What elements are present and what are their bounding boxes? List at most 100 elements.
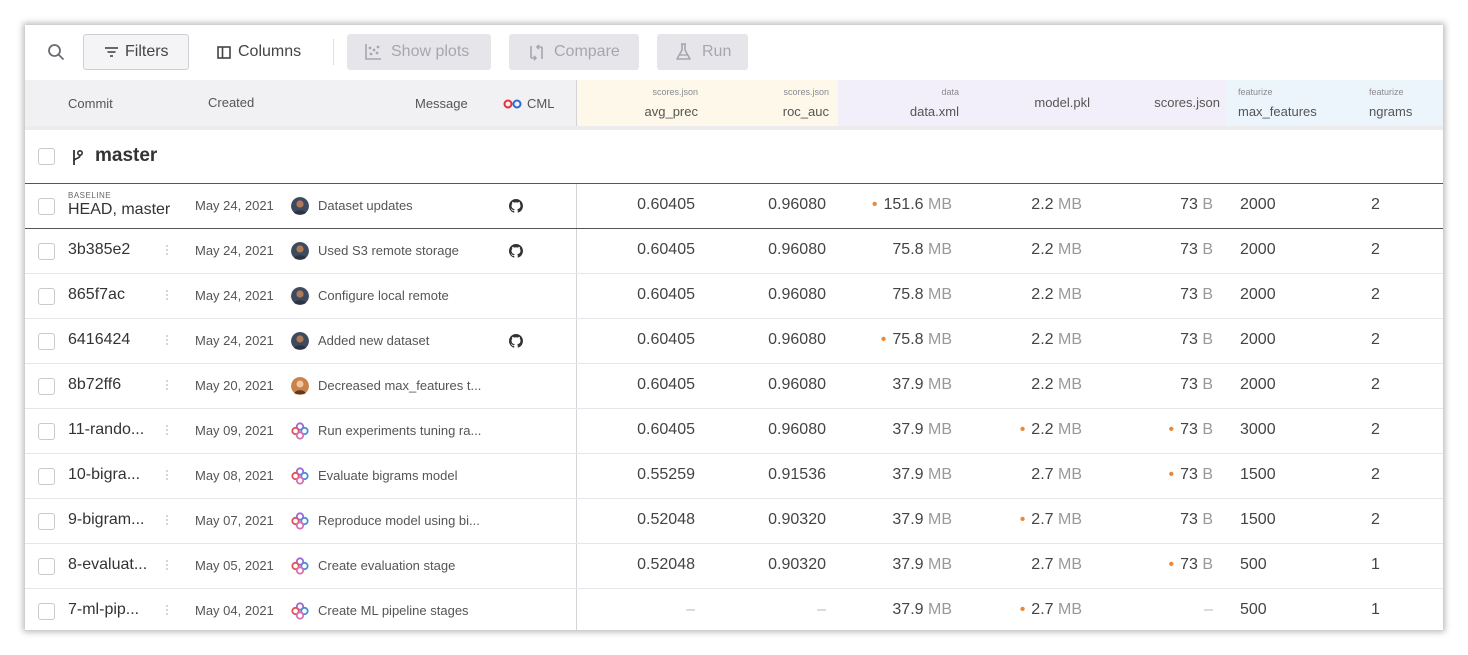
commit-name[interactable]: 11-rando... [68, 421, 158, 439]
branch-checkbox[interactable] [38, 148, 55, 165]
col-header-message[interactable]: Message [415, 96, 468, 111]
table-row[interactable]: 7-ml-pip... May 04, 2021 Create ML pipelin… [25, 589, 1443, 630]
col-header-max-features[interactable]: max_features [1238, 104, 1317, 119]
commit-name[interactable]: 6416424 [68, 331, 158, 349]
model-pkl-size: • 2.7 MB [1020, 601, 1082, 619]
row-menu-icon[interactable] [166, 288, 169, 304]
col-header-model-pkl[interactable]: model.pkl [1034, 95, 1090, 110]
table-row[interactable]: 8b72ff6 May 20, 2021 Decreased max_feature… [25, 364, 1443, 409]
commit-name[interactable]: 8b72ff6 [68, 376, 158, 394]
table-row[interactable]: 6416424 May 24, 2021 Added new dataset 0.60… [25, 319, 1443, 364]
filter-icon [105, 47, 118, 57]
row-checkbox[interactable] [38, 333, 55, 350]
created-date: May 08, 2021 [195, 468, 274, 483]
col-header-scores-json[interactable]: scores.json [1154, 95, 1220, 110]
github-icon[interactable] [509, 199, 523, 213]
row-menu-icon[interactable] [166, 513, 169, 529]
dvc-bot-avatar-icon [291, 512, 309, 530]
commit-name[interactable]: 10-bigra... [68, 466, 158, 484]
show-plots-button[interactable]: Show plots [347, 34, 491, 70]
commit-message: Run experiments tuning ra... [318, 423, 482, 438]
dvc-bot-avatar-icon [291, 467, 309, 485]
experiment-rows: BASELINE HEAD, master May 24, 2021 Dataset … [25, 184, 1443, 630]
row-checkbox[interactable] [38, 198, 55, 215]
flask-icon [676, 43, 691, 60]
size-unit: MB [1058, 376, 1082, 393]
model-pkl-size: 2.2 MB [1031, 331, 1082, 349]
row-checkbox[interactable] [38, 243, 55, 260]
size-value: 73 [1180, 286, 1198, 303]
col-header-data-xml[interactable]: data.xml [910, 104, 959, 119]
roc-auc-value: – [817, 601, 826, 618]
size-value: 2.7 [1031, 601, 1054, 618]
model-pkl-size: 2.2 MB [1031, 241, 1082, 259]
commit-name[interactable]: 7-ml-pip... [68, 601, 158, 619]
github-icon[interactable] [509, 244, 523, 258]
size-value: 37.9 [892, 556, 924, 573]
ngrams-value: 2 [1371, 511, 1380, 528]
row-checkbox[interactable] [38, 468, 55, 485]
commit-name[interactable]: 865f7ac [68, 286, 158, 304]
size-unit: MB [1058, 511, 1082, 528]
user-avatar [291, 377, 309, 395]
ngrams-value: 2 [1371, 196, 1380, 213]
commit-name[interactable]: HEAD, master [68, 201, 188, 219]
table-row[interactable]: 11-rando... May 09, 2021 Run experiments t… [25, 409, 1443, 454]
row-menu-icon[interactable] [166, 333, 169, 349]
avg-prec-value: 0.52048 [637, 511, 695, 528]
size-value: 75.8 [892, 241, 924, 258]
size-unit: B [1202, 376, 1213, 393]
size-value: 73 [1180, 421, 1198, 438]
filters-button[interactable]: Filters [83, 34, 189, 70]
col-header-cml[interactable]: CML [527, 96, 554, 111]
table-row[interactable]: 8-evaluat... May 05, 2021 Create evaluatio… [25, 544, 1443, 589]
column-divider [576, 274, 577, 318]
size-unit: MB [928, 601, 952, 618]
size-unit: MB [1058, 556, 1082, 573]
roc-auc-value: 0.96080 [768, 196, 826, 213]
col-header-avg-prec[interactable]: avg_prec [645, 104, 698, 119]
github-icon[interactable] [509, 334, 523, 348]
col-header-commit[interactable]: Commit [68, 96, 113, 111]
search-button[interactable] [47, 42, 67, 62]
row-menu-icon[interactable] [166, 558, 169, 574]
table-row[interactable]: 865f7ac May 24, 2021 Configure local remot… [25, 274, 1443, 319]
row-checkbox[interactable] [38, 423, 55, 440]
created-date: May 07, 2021 [195, 513, 274, 528]
row-checkbox[interactable] [38, 288, 55, 305]
ngrams-value: 2 [1371, 466, 1380, 483]
col-header-roc-auc[interactable]: roc_auc [783, 104, 829, 119]
table-row[interactable]: BASELINE HEAD, master May 24, 2021 Dataset … [25, 184, 1443, 229]
col-header-created[interactable]: Created [208, 95, 254, 110]
row-menu-icon[interactable] [166, 423, 169, 439]
data-xml-size: 75.8 MB [892, 241, 952, 259]
max-features-value: 2000 [1240, 331, 1276, 348]
compare-button[interactable]: Compare [509, 34, 639, 70]
commit-name[interactable]: 9-bigram... [68, 511, 158, 529]
commit-message: Used S3 remote storage [318, 243, 459, 258]
commit-name[interactable]: 8-evaluat... [68, 556, 158, 574]
size-unit: B [1202, 511, 1213, 528]
row-menu-icon[interactable] [166, 378, 169, 394]
row-menu-icon[interactable] [166, 243, 169, 259]
row-checkbox[interactable] [38, 558, 55, 575]
row-checkbox[interactable] [38, 378, 55, 395]
size-value: 73 [1180, 556, 1198, 573]
avg-prec-value: – [686, 601, 695, 618]
row-checkbox[interactable] [38, 603, 55, 620]
row-menu-icon[interactable] [166, 603, 169, 619]
size-unit: MB [1058, 286, 1082, 303]
table-row[interactable]: 10-bigra... May 08, 2021 Evaluate bigrams … [25, 454, 1443, 499]
scores-json-size: • 73 B [1168, 556, 1213, 574]
column-divider [576, 499, 577, 543]
table-row[interactable]: 9-bigram... May 07, 2021 Reproduce model u… [25, 499, 1443, 544]
column-divider [576, 544, 577, 588]
commit-name[interactable]: 3b385e2 [68, 241, 158, 259]
columns-button[interactable]: Columns [213, 34, 313, 70]
max-features-value: 1500 [1240, 511, 1276, 528]
col-header-ngrams[interactable]: ngrams [1369, 104, 1412, 119]
table-row[interactable]: 3b385e2 May 24, 2021 Used S3 remote storag… [25, 229, 1443, 274]
run-button[interactable]: Run [657, 34, 748, 70]
row-checkbox[interactable] [38, 513, 55, 530]
row-menu-icon[interactable] [166, 468, 169, 484]
